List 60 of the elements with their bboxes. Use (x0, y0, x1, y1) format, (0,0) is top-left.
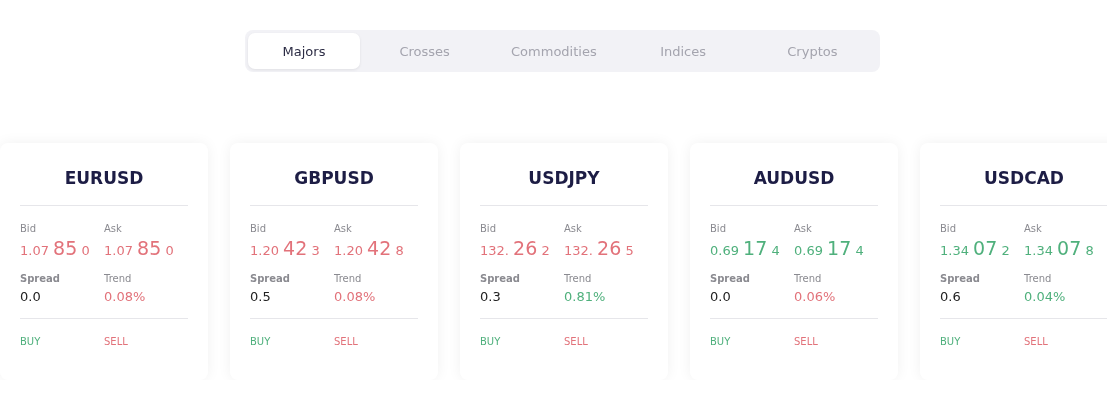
spread-value: 0.6 (940, 289, 961, 304)
trend-label: Trend (334, 273, 362, 284)
symbol-title: GBPUSD (293, 167, 375, 190)
sell-link[interactable]: SELL (564, 336, 588, 347)
spread-value: 0.5 (250, 289, 271, 304)
ask-label: Ask (104, 223, 122, 234)
bid-label: Bid (710, 223, 726, 234)
tab[interactable]: Cryptos (747, 33, 877, 69)
symbol-title: USDJPY (527, 167, 601, 190)
symbol-title: EURUSD (63, 167, 145, 190)
sell-link[interactable]: SELL (104, 336, 128, 347)
price: 0.69 17 4 (710, 237, 780, 259)
spread-label: Spread (480, 273, 520, 284)
spread-label: Spread (710, 273, 750, 284)
symbol-title: AUDUSD (752, 167, 836, 190)
bid-label: Bid (250, 223, 266, 234)
spread-label: Spread (20, 273, 60, 284)
price: 1.34 07 2 (940, 237, 1010, 259)
sell-link[interactable]: SELL (794, 336, 818, 347)
spread-value: 0.3 (480, 289, 501, 304)
buy-link[interactable]: BUY (250, 336, 271, 347)
ask-label: Ask (334, 223, 352, 234)
price: 1.07 85 0 (104, 237, 174, 259)
price: 1.34 07 8 (1024, 237, 1094, 259)
price: 132. 26 5 (564, 237, 634, 259)
trend-label: Trend (794, 273, 822, 284)
trend-label: Trend (1024, 273, 1052, 284)
trend-value: 0.08% (334, 289, 376, 304)
buy-link[interactable]: BUY (480, 336, 501, 347)
bid-label: Bid (20, 223, 36, 234)
ask-label: Ask (564, 223, 582, 234)
price: 1.20 42 3 (250, 237, 320, 259)
tab[interactable]: Crosses (360, 33, 490, 69)
symbol-title: USDCAD (983, 167, 1065, 190)
sell-link[interactable]: SELL (334, 336, 358, 347)
price: 1.20 42 8 (334, 237, 404, 259)
trend-label: Trend (104, 273, 132, 284)
spread-label: Spread (250, 273, 290, 284)
price: 1.07 85 0 (20, 237, 90, 259)
price: 132. 26 2 (480, 237, 550, 259)
tab[interactable]: Commodities (489, 33, 619, 69)
buy-link[interactable]: BUY (710, 336, 731, 347)
bid-label: Bid (940, 223, 956, 234)
trend-label: Trend (564, 273, 592, 284)
price: 0.69 17 4 (794, 237, 864, 259)
spread-value: 0.0 (20, 289, 41, 304)
trend-value: 0.06% (794, 289, 836, 304)
buy-link[interactable]: BUY (940, 336, 961, 347)
trend-value: 0.81% (564, 289, 606, 304)
buy-link[interactable]: BUY (20, 336, 41, 347)
tab[interactable]: Majors (248, 33, 360, 69)
spread-value: 0.0 (710, 289, 731, 304)
spread-label: Spread (940, 273, 980, 284)
ask-label: Ask (1024, 223, 1042, 234)
tab[interactable]: Indices (618, 33, 748, 69)
sell-link[interactable]: SELL (1024, 336, 1048, 347)
trend-value: 0.04% (1024, 289, 1066, 304)
bid-label: Bid (480, 223, 496, 234)
ask-label: Ask (794, 223, 812, 234)
trend-value: 0.08% (104, 289, 146, 304)
